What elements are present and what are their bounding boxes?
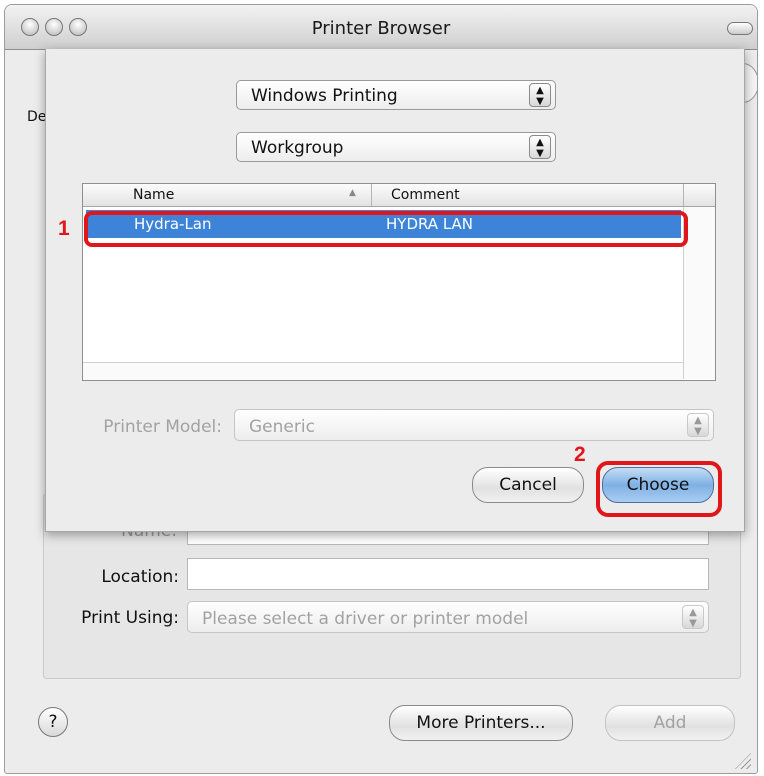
column-header-name[interactable]: Name ▲ xyxy=(83,184,372,206)
list-horizontal-scrollbar[interactable] xyxy=(83,362,683,380)
select-arrows-icon: ▲ ▼ xyxy=(687,413,709,437)
printer-browser-window: Printer Browser De Name: Location: Print… xyxy=(4,4,758,774)
resize-grip-icon[interactable] xyxy=(735,753,751,769)
column-comment-label: Comment xyxy=(391,187,460,203)
workgroup-select[interactable]: Workgroup ▲ ▼ xyxy=(236,132,556,162)
printer-model-select[interactable]: Generic ▲ ▼ xyxy=(234,409,714,441)
location-label: Location: xyxy=(101,567,179,587)
cancel-button[interactable]: Cancel xyxy=(472,467,584,503)
connection-type-value: Windows Printing xyxy=(251,86,398,106)
step-1-label: 1 xyxy=(58,217,70,240)
select-arrows-icon: ▲ ▼ xyxy=(529,83,551,107)
sort-ascending-icon: ▲ xyxy=(349,188,356,198)
printer-model-label: Printer Model: xyxy=(103,417,222,437)
select-arrows-icon: ▲ ▼ xyxy=(682,605,704,629)
print-using-placeholder: Please select a driver or printer model xyxy=(202,609,529,629)
connection-type-select[interactable]: Windows Printing ▲ ▼ xyxy=(236,80,556,110)
select-arrows-icon: ▲ ▼ xyxy=(529,135,551,159)
step-1-highlight xyxy=(84,211,688,247)
windows-printing-sheet: Windows Printing ▲ ▼ Workgroup ▲ ▼ Name ▲ … xyxy=(45,49,745,532)
column-header-comment[interactable]: Comment xyxy=(373,184,684,206)
more-printers-button[interactable]: More Printers... xyxy=(389,705,573,741)
add-button[interactable]: Add xyxy=(605,705,735,741)
print-using-label: Print Using: xyxy=(81,608,179,628)
title-bar[interactable]: Printer Browser xyxy=(5,5,757,50)
location-field[interactable] xyxy=(187,558,709,590)
printer-model-value: Generic xyxy=(249,417,315,437)
step-2-highlight xyxy=(596,461,722,517)
window-title: Printer Browser xyxy=(311,18,451,39)
help-button[interactable]: ? xyxy=(38,707,68,737)
column-name-label: Name xyxy=(133,187,175,203)
print-using-select[interactable]: Please select a driver or printer model … xyxy=(187,601,709,633)
workgroup-value: Workgroup xyxy=(251,138,344,158)
tab-fragment: De xyxy=(27,109,47,125)
toolbar-toggle-button[interactable] xyxy=(727,22,753,35)
list-header: Name ▲ Comment xyxy=(83,184,715,207)
step-2-label: 2 xyxy=(574,443,586,466)
